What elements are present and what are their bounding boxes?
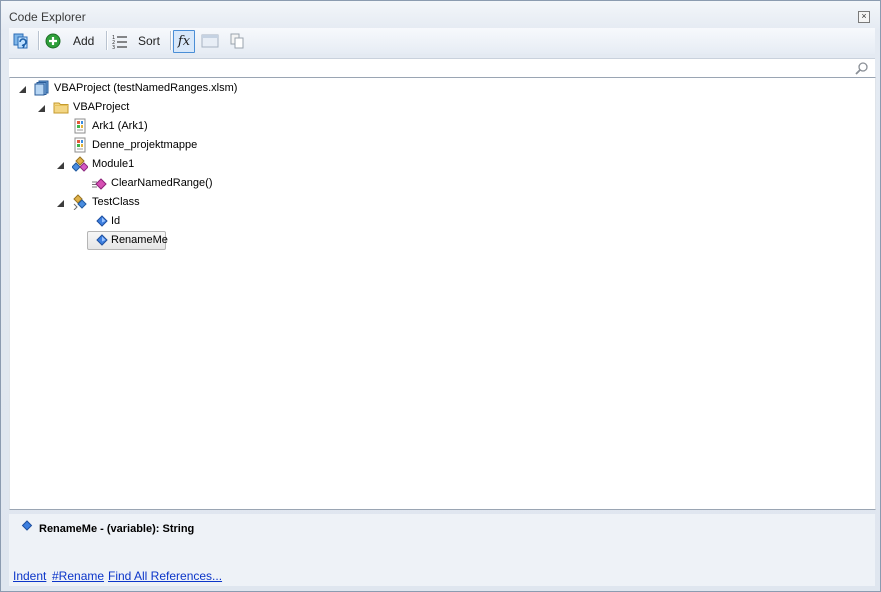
tree-node-field-selected[interactable]: RenameMe [73,231,273,250]
indent-link[interactable]: Indent [13,569,46,583]
tree-node-label: Ark1 (Ark1) [92,120,148,132]
search-icon[interactable] [855,61,869,75]
details-panel: RenameMe - (variable): String Indent #Re… [9,514,875,586]
sort-icon: 1 2 3 [112,35,127,49]
rename-link[interactable]: #Rename [52,569,104,583]
tree-node-label: ClearNamedRange() [111,177,213,189]
document-icon [74,118,86,134]
search-input[interactable] [13,60,847,76]
add-label: Add [73,33,95,48]
fx-toggle-button[interactable]: fx [173,30,195,53]
refresh-icon [13,33,28,48]
sort-label: Sort [138,33,161,48]
class-module-icon [73,194,87,210]
method-icon [92,178,107,190]
expanded-arrow-icon[interactable] [18,85,27,94]
tree-node-document[interactable]: Ark1 (Ark1) [54,117,254,136]
svg-text:3: 3 [112,45,115,49]
field-icon [96,234,108,246]
field-icon [21,520,33,531]
tree-node-label: VBAProject (testNamedRanges.xlsm) [54,82,238,94]
find-all-references-link[interactable]: Find All References... [108,569,222,583]
module-icon [72,156,88,172]
window-icon [201,34,219,47]
toolbar: Add 1 2 3 Sort fx [9,28,875,54]
title-bar: Code Explorer × [1,1,880,25]
selection-description: RenameMe - (variable): String [39,523,195,535]
display-style-button[interactable] [200,30,220,51]
search-bar [9,58,875,77]
tree-node-label: VBAProject [73,101,130,113]
add-icon [45,33,61,48]
copy-button[interactable] [227,30,247,51]
refresh-button[interactable] [12,30,34,51]
toolbar-separator [38,31,40,50]
sort-button[interactable]: 1 2 3 Sort [111,30,169,51]
tree-node-module[interactable]: Module1 [54,155,254,174]
tree-node-method[interactable]: ClearNamedRange() [73,174,273,193]
toolbar-separator [106,31,108,50]
expanded-arrow-icon[interactable] [56,199,65,208]
toolbar-separator [170,31,172,50]
tree-node-label: Denne_projektmappe [92,139,198,151]
document-icon [74,137,86,153]
expanded-arrow-icon[interactable] [37,104,46,113]
field-icon [96,215,108,227]
code-tree[interactable]: VBAProject (testNamedRanges.xlsm) VBAPro… [9,77,876,510]
project-icon [34,80,49,96]
code-explorer-window: Code Explorer × Add 1 2 3 Sort fx VBAPro… [0,0,881,592]
add-button[interactable]: Add [43,30,103,51]
tree-node-folder[interactable]: VBAProject [35,98,235,117]
tree-node-label: TestClass [92,196,140,208]
window-title: Code Explorer [9,10,86,24]
tree-node-class[interactable]: TestClass [54,193,254,212]
expanded-arrow-icon[interactable] [56,161,65,170]
fx-label: fx [177,34,191,49]
folder-icon [53,102,69,114]
tree-node-label: RenameMe [111,234,168,246]
tree-node-project[interactable]: VBAProject (testNamedRanges.xlsm) [16,79,316,98]
tree-node-field[interactable]: Id [73,212,273,231]
tree-node-label: Id [111,215,121,227]
tree-node-label: Module1 [92,158,135,170]
copy-icon [230,33,244,48]
close-icon[interactable]: × [858,11,870,23]
tree-node-document[interactable]: Denne_projektmappe [54,136,254,155]
